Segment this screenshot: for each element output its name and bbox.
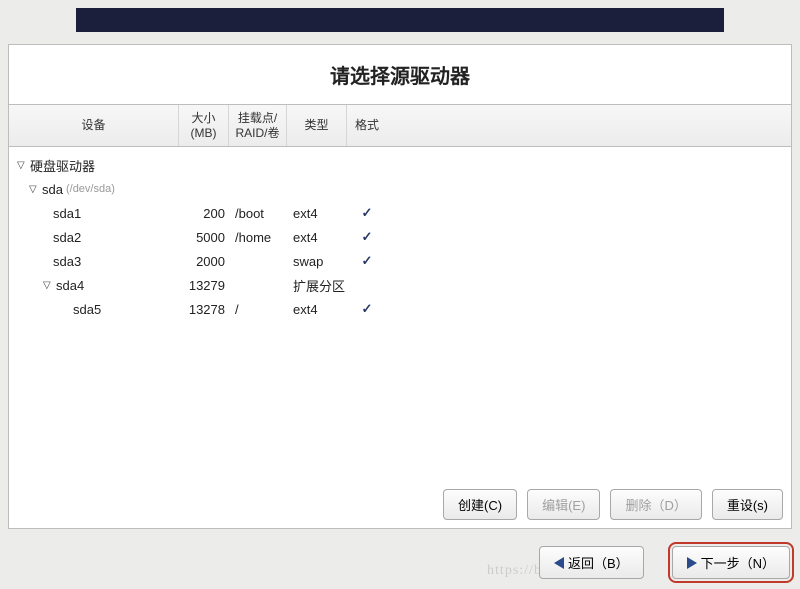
arrow-right-icon: [687, 557, 697, 569]
chevron-down-icon[interactable]: ▽: [29, 184, 39, 195]
check-icon: ✓: [347, 229, 387, 245]
part-size: 200: [179, 206, 229, 221]
part-size: 13278: [179, 302, 229, 317]
page-title: 请选择源驱动器: [9, 45, 791, 105]
col-device[interactable]: 设备: [9, 105, 179, 146]
part-name: sda5: [73, 302, 101, 317]
next-button[interactable]: 下一步（N）: [672, 546, 790, 579]
disk-name: sda: [42, 182, 63, 197]
table-header: 设备 大小 (MB) 挂载点/ RAID/卷 类型 格式: [9, 105, 791, 147]
part-type: swap: [287, 254, 347, 269]
back-label: 返回（B）: [568, 553, 629, 572]
part-size: 2000: [179, 254, 229, 269]
part-mount: /home: [229, 230, 287, 245]
partition-tree: ▽硬盘驱动器 ▽sda (/dev/sda) sda1 200 /boot ex…: [9, 147, 791, 477]
table-row[interactable]: sda2 5000 /home ext4 ✓: [9, 225, 791, 249]
part-name: sda3: [53, 254, 81, 269]
next-label: 下一步（N）: [701, 553, 775, 572]
back-button[interactable]: 返回（B）: [539, 546, 644, 579]
delete-button: 删除（D）: [610, 489, 701, 520]
arrow-left-icon: [554, 557, 564, 569]
action-buttons: 创建(C) 编辑(E) 删除（D） 重设(s): [443, 489, 783, 520]
reset-button[interactable]: 重设(s): [712, 489, 783, 520]
part-size: 5000: [179, 230, 229, 245]
table-row[interactable]: ▽sda4 13279 扩展分区: [9, 273, 791, 297]
part-type: 扩展分区: [287, 276, 347, 295]
check-icon: ✓: [347, 205, 387, 221]
edit-button: 编辑(E): [527, 489, 600, 520]
part-mount: /: [229, 302, 287, 317]
part-size: 13279: [179, 278, 229, 293]
check-icon: ✓: [347, 301, 387, 317]
table-row[interactable]: sda1 200 /boot ext4 ✓: [9, 201, 791, 225]
col-size[interactable]: 大小 (MB): [179, 105, 229, 146]
chevron-down-icon[interactable]: ▽: [17, 160, 27, 171]
create-button[interactable]: 创建(C): [443, 489, 517, 520]
part-name: sda1: [53, 206, 81, 221]
part-name: sda4: [56, 278, 84, 293]
disk-row[interactable]: ▽sda (/dev/sda): [9, 177, 791, 201]
part-type: ext4: [287, 302, 347, 317]
disk-path: (/dev/sda): [66, 183, 115, 195]
part-type: ext4: [287, 206, 347, 221]
tree-root[interactable]: ▽硬盘驱动器: [9, 153, 791, 177]
part-mount: /boot: [229, 206, 287, 221]
col-mount[interactable]: 挂载点/ RAID/卷: [229, 105, 287, 146]
main-panel: 请选择源驱动器 设备 大小 (MB) 挂载点/ RAID/卷 类型 格式 ▽硬盘…: [8, 44, 792, 529]
root-label: 硬盘驱动器: [30, 156, 95, 175]
table-row[interactable]: sda3 2000 swap ✓: [9, 249, 791, 273]
part-type: ext4: [287, 230, 347, 245]
header-band: [76, 8, 724, 32]
nav-buttons: 返回（B） 下一步（N）: [539, 546, 790, 579]
check-icon: ✓: [347, 253, 387, 269]
part-name: sda2: [53, 230, 81, 245]
col-format[interactable]: 格式: [347, 105, 387, 146]
chevron-down-icon[interactable]: ▽: [43, 280, 53, 291]
table-row[interactable]: sda5 13278 / ext4 ✓: [9, 297, 791, 321]
col-type[interactable]: 类型: [287, 105, 347, 146]
